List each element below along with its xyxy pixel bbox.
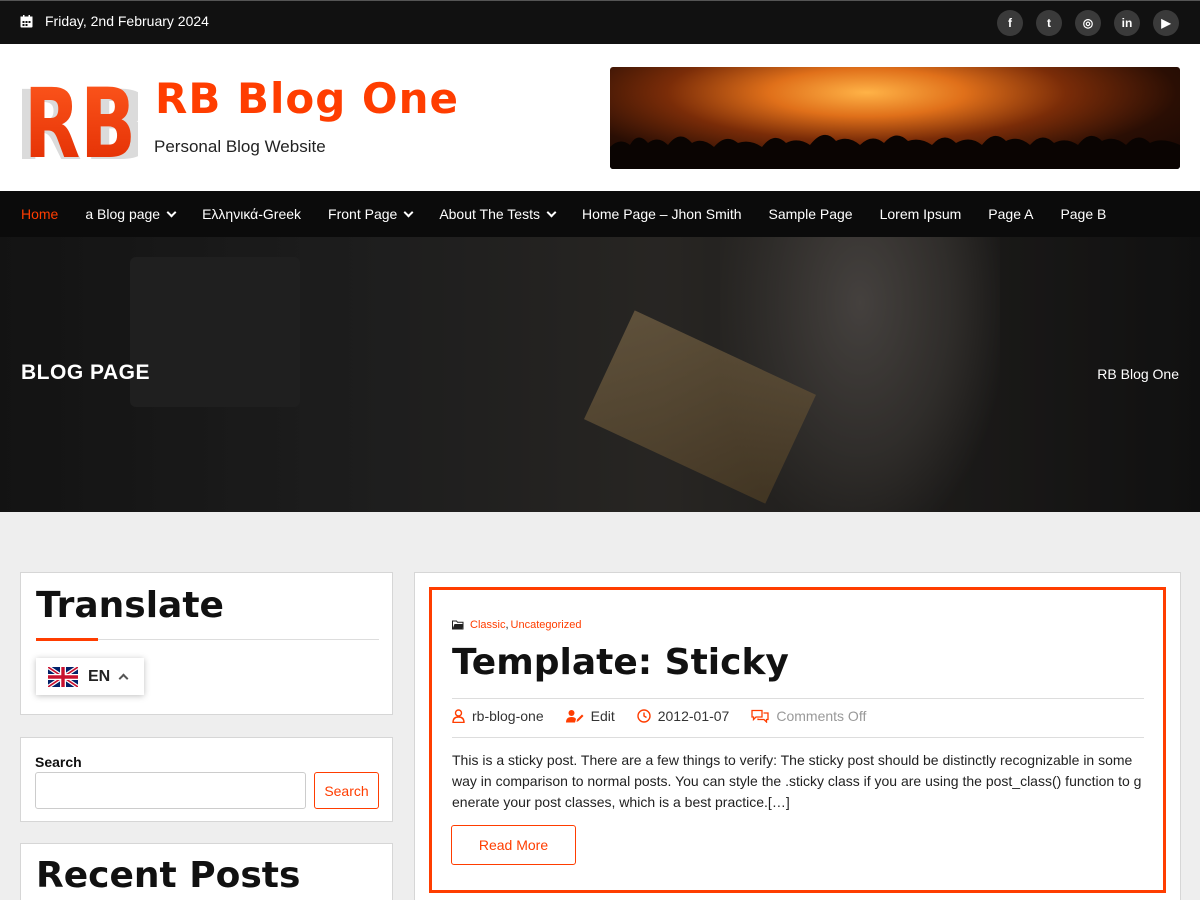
page-hero-banner: BLOG PAGE RB Blog One	[0, 237, 1200, 512]
nav-item-page-b[interactable]: Page B	[1060, 206, 1106, 222]
widget-title-underline	[36, 638, 379, 641]
search-label: Search	[35, 754, 82, 770]
nav-item-sample-page[interactable]: Sample Page	[769, 206, 853, 222]
social-links: f t ◎ in ▶	[997, 10, 1179, 36]
uk-flag-icon	[48, 666, 78, 687]
nav-item-home-page-jhon-smith[interactable]: Home Page – Jhon Smith	[582, 206, 742, 222]
post-list: Classic, Uncategorized Template: Sticky …	[414, 572, 1181, 900]
comments-icon	[751, 709, 770, 723]
site-title[interactable]: RB Blog One	[155, 74, 459, 123]
chevron-down-icon	[403, 207, 414, 217]
divider	[452, 737, 1144, 738]
widget-title: Recent Posts	[36, 855, 301, 896]
search-input[interactable]	[35, 772, 306, 809]
nav-item-lorem-ipsum[interactable]: Lorem Ipsum	[880, 206, 962, 222]
site-header: RB RB RB Blog One Personal Blog Website	[0, 44, 1200, 191]
nav-item-front-page[interactable]: Front Page	[328, 206, 414, 222]
nav-item-home[interactable]: Home	[21, 206, 58, 222]
category-link-uncategorized[interactable]: Uncategorized	[511, 619, 582, 631]
post-meta: rb-blog-one Edit 2012-01-07 Comments Off	[452, 708, 888, 724]
user-edit-icon	[565, 710, 584, 723]
nav-item-a-blog-page[interactable]: a Blog page	[85, 206, 177, 222]
site-logo[interactable]: RB RB	[22, 75, 138, 163]
post-title[interactable]: Template: Sticky	[452, 642, 789, 683]
read-more-button[interactable]: Read More	[451, 825, 576, 865]
post-excerpt: This is a sticky post. There are a few t…	[452, 752, 1142, 810]
svg-text:RB: RB	[24, 75, 136, 163]
folder-icon	[452, 620, 464, 630]
page-title: BLOG PAGE	[21, 361, 150, 384]
nav-item-greek[interactable]: Ελληνικά-Greek	[202, 206, 301, 222]
facebook-icon[interactable]: f	[997, 10, 1023, 36]
top-bar: Friday, 2nd February 2024 f t ◎ in ▶	[0, 0, 1200, 44]
recent-posts-widget: Recent Posts	[20, 843, 393, 900]
calendar-icon	[20, 14, 33, 27]
sticky-post-card: Classic, Uncategorized Template: Sticky …	[429, 587, 1166, 893]
date-text: Friday, 2nd February 2024	[45, 13, 209, 29]
user-icon	[452, 709, 465, 723]
category-link-classic[interactable]: Classic	[470, 619, 505, 631]
widget-title: Translate	[36, 585, 224, 626]
site-tagline: Personal Blog Website	[154, 137, 326, 156]
post-comments: Comments Off	[751, 708, 866, 724]
nav-item-about-the-tests[interactable]: About The Tests	[439, 206, 557, 222]
chevron-down-icon	[166, 207, 177, 217]
header-banner-image	[610, 67, 1180, 169]
twitter-icon[interactable]: t	[1036, 10, 1062, 36]
divider	[452, 698, 1144, 699]
linkedin-icon[interactable]: in	[1114, 10, 1140, 36]
nav-item-page-a[interactable]: Page A	[988, 206, 1033, 222]
search-button[interactable]: Search	[314, 772, 379, 809]
language-code: EN	[88, 667, 111, 685]
header-date: Friday, 2nd February 2024	[20, 13, 209, 29]
search-widget: Search Search	[20, 737, 393, 822]
hero-overlay	[0, 237, 1200, 512]
translate-widget: Translate EN	[20, 572, 393, 715]
post-edit-link[interactable]: Edit	[565, 708, 615, 724]
chevron-down-icon	[546, 207, 557, 217]
breadcrumb[interactable]: RB Blog One	[1097, 366, 1179, 382]
post-date[interactable]: 2012-01-07	[637, 708, 729, 724]
clock-icon	[637, 709, 651, 723]
chevron-up-icon	[118, 673, 129, 684]
instagram-icon[interactable]: ◎	[1075, 10, 1101, 36]
post-author[interactable]: rb-blog-one	[452, 708, 544, 724]
language-selector[interactable]: EN	[36, 658, 144, 695]
youtube-icon[interactable]: ▶	[1153, 10, 1179, 36]
post-categories: Classic, Uncategorized	[452, 619, 581, 631]
main-navigation: Home a Blog page Ελληνικά-Greek Front Pa…	[0, 191, 1200, 237]
crowd-silhouette	[610, 134, 1180, 169]
